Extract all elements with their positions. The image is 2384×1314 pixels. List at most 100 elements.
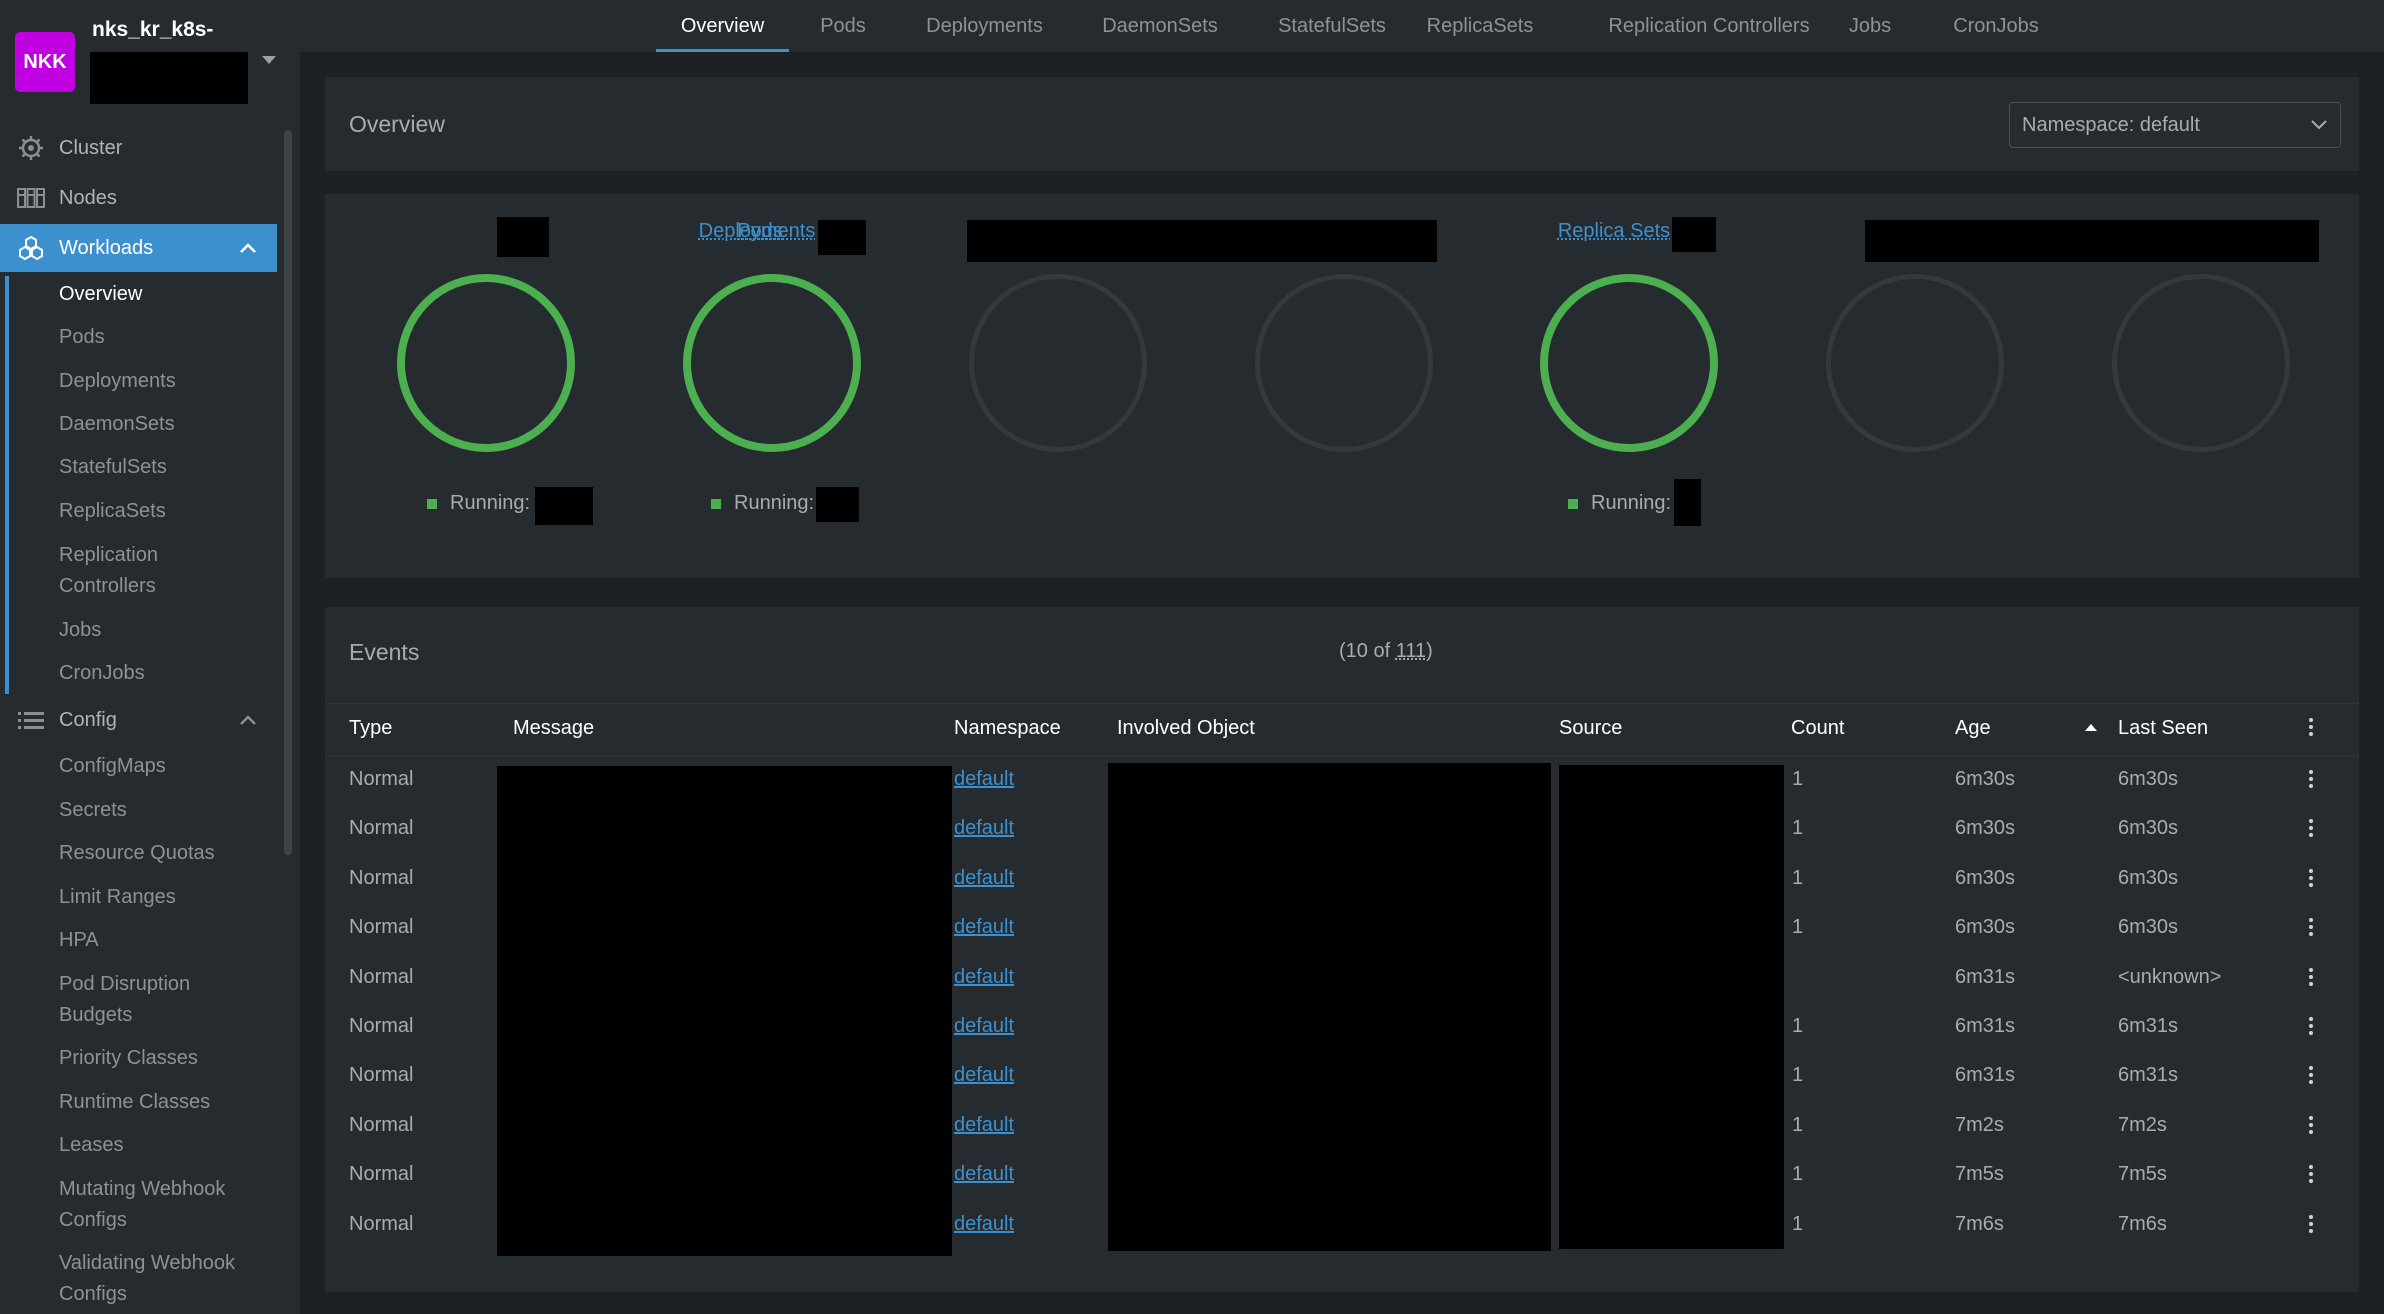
- sidebar-subitem-cronjobs[interactable]: CronJobs: [59, 658, 145, 689]
- column-header-count[interactable]: Count: [1791, 717, 1844, 740]
- chevron-up-icon[interactable]: [239, 237, 257, 260]
- sidebar-subitem-limit-ranges[interactable]: Limit Ranges: [59, 882, 176, 913]
- events-count-total[interactable]: 111: [1396, 640, 1426, 662]
- replicasets-link[interactable]: Replica Sets: [1558, 220, 1670, 242]
- sidebar-subitem-jobs[interactable]: Jobs: [59, 615, 101, 646]
- sidebar-item-cluster[interactable]: Cluster: [0, 124, 277, 172]
- running-status-dot: [1568, 498, 1578, 509]
- row-last-seen: 6m30s: [2118, 867, 2179, 889]
- sidebar-subitem-priority-classes[interactable]: Priority Classes: [59, 1043, 198, 1074]
- tab-replicasets[interactable]: ReplicaSets: [1390, 0, 1570, 52]
- sidebar-subitem-mutating-webhook-configs[interactable]: Mutating Webhook: [59, 1174, 225, 1205]
- cluster-header[interactable]: NKK nks_kr_k8s-: [0, 0, 300, 110]
- row-age: 6m30s: [1955, 817, 2016, 839]
- row-namespace-link[interactable]: default: [954, 1064, 1014, 1087]
- row-menu-icon[interactable]: [2309, 1066, 2313, 1087]
- row-age: 7m6s: [1955, 1213, 2004, 1235]
- events-count-suffix: ): [1426, 640, 1433, 662]
- row-type: Normal: [349, 1064, 414, 1086]
- column-header-type[interactable]: Type: [349, 717, 392, 740]
- tab-overview[interactable]: Overview: [656, 0, 789, 52]
- sidebar-subitem-deployments[interactable]: Deployments: [59, 366, 176, 397]
- row-menu-icon[interactable]: [2309, 1215, 2313, 1236]
- sidebar-subitem-pod-disruption-budgets-line2[interactable]: Budgets: [59, 1000, 132, 1031]
- replicasets-status-ring: [1540, 274, 1718, 452]
- row-age: 6m30s: [1955, 867, 2016, 889]
- sidebar-subitem-runtime-classes[interactable]: Runtime Classes: [59, 1087, 210, 1118]
- row-menu-icon[interactable]: [2309, 1017, 2313, 1038]
- row-namespace-link[interactable]: default: [954, 1015, 1014, 1038]
- column-header-namespace[interactable]: Namespace: [954, 717, 1061, 740]
- sidebar-subitem-replicasets[interactable]: ReplicaSets: [59, 496, 166, 527]
- row-menu-icon[interactable]: [2309, 869, 2313, 890]
- row-namespace-link[interactable]: default: [954, 867, 1014, 890]
- sidebar-item-workloads[interactable]: Workloads: [0, 224, 277, 272]
- events-pagination-count: (10 of 111): [1339, 640, 1433, 663]
- tab-pods[interactable]: Pods: [802, 0, 884, 52]
- row-namespace-link[interactable]: default: [954, 768, 1014, 791]
- row-menu-icon[interactable]: [2309, 1165, 2313, 1186]
- sidebar-subitem-replication-controllers[interactable]: Replication: [59, 540, 158, 571]
- column-header-involved-object[interactable]: Involved Object: [1117, 717, 1255, 740]
- column-header-message[interactable]: Message: [513, 717, 594, 740]
- sidebar-subitem-leases[interactable]: Leases: [59, 1130, 124, 1161]
- sidebar-subitem-replication-controllers-line2[interactable]: Controllers: [59, 571, 156, 602]
- sidebar-item-label: Config: [59, 708, 117, 731]
- deployments-link[interactable]: Deployments: [699, 220, 816, 242]
- sidebar-subitem-statefulsets[interactable]: StatefulSets: [59, 452, 167, 483]
- empty-status-ring: [1255, 274, 1433, 452]
- column-header-last-seen[interactable]: Last Seen: [2118, 717, 2208, 740]
- row-type: Normal: [349, 1163, 414, 1185]
- cluster-avatar[interactable]: NKK: [15, 32, 75, 92]
- row-namespace-link[interactable]: default: [954, 817, 1014, 840]
- sidebar-item-nodes[interactable]: Nodes: [0, 174, 277, 222]
- redacted-block: [818, 220, 866, 255]
- row-namespace-link[interactable]: default: [954, 1213, 1014, 1236]
- sidebar-subitem-configmaps[interactable]: ConfigMaps: [59, 751, 166, 782]
- sidebar-subitem-pod-disruption-budgets[interactable]: Pod Disruption: [59, 969, 190, 1000]
- chevron-up-icon[interactable]: [239, 709, 257, 732]
- tab-cronjobs[interactable]: CronJobs: [1906, 0, 2086, 52]
- tab-daemonsets[interactable]: DaemonSets: [1070, 0, 1250, 52]
- row-menu-icon[interactable]: [2309, 770, 2313, 791]
- sidebar-subitem-secrets[interactable]: Secrets: [59, 795, 127, 826]
- column-menu-icon[interactable]: [2309, 718, 2313, 739]
- cluster-menu-caret-icon[interactable]: [262, 56, 276, 64]
- row-menu-icon[interactable]: [2309, 1116, 2313, 1137]
- row-menu-icon[interactable]: [2309, 968, 2313, 989]
- row-namespace-link[interactable]: default: [954, 1163, 1014, 1186]
- row-count: 1: [1792, 817, 1804, 839]
- row-last-seen: 6m31s: [2118, 1064, 2179, 1086]
- column-header-age[interactable]: Age: [1955, 717, 1991, 740]
- row-menu-icon[interactable]: [2309, 918, 2313, 939]
- sidebar-subitem-validating-webhook-configs[interactable]: Validating Webhook: [59, 1248, 235, 1279]
- row-menu-icon[interactable]: [2309, 819, 2313, 840]
- redacted-block: [497, 766, 952, 1256]
- sidebar-subitem-mutating-webhook-configs-line2[interactable]: Configs: [59, 1205, 127, 1236]
- sidebar-subitem-resource-quotas[interactable]: Resource Quotas: [59, 838, 215, 869]
- sidebar-subitem-validating-webhook-configs-line2[interactable]: Configs: [59, 1279, 127, 1310]
- sidebar: NKK nks_kr_k8s- Cluster Nodes Workloads …: [0, 0, 300, 1314]
- sort-ascending-icon[interactable]: [2085, 724, 2097, 731]
- row-namespace-link[interactable]: default: [954, 916, 1014, 939]
- row-age: 6m31s: [1955, 966, 2016, 988]
- row-count: 1: [1792, 1064, 1804, 1086]
- row-age: 7m5s: [1955, 1163, 2004, 1185]
- row-type: Normal: [349, 1015, 414, 1037]
- redacted-block: [1865, 220, 2319, 262]
- row-namespace-link[interactable]: default: [954, 1114, 1014, 1137]
- namespace-select[interactable]: Namespace: default: [2009, 102, 2341, 148]
- helm-wheel-icon: [16, 133, 46, 163]
- row-namespace-link[interactable]: default: [954, 966, 1014, 989]
- sidebar-subitem-overview[interactable]: Overview: [59, 279, 142, 310]
- sidebar-subitem-pods[interactable]: Pods: [59, 322, 105, 353]
- redacted-block: [816, 487, 859, 522]
- sidebar-subitem-daemonsets[interactable]: DaemonSets: [59, 409, 175, 440]
- tab-deployments[interactable]: Deployments: [898, 0, 1071, 52]
- column-header-source[interactable]: Source: [1559, 717, 1622, 740]
- events-count-prefix: (10 of: [1339, 640, 1396, 662]
- sidebar-scrollbar[interactable]: [284, 130, 292, 855]
- sidebar-item-config[interactable]: Config: [0, 696, 277, 744]
- row-type: Normal: [349, 1114, 414, 1136]
- sidebar-subitem-hpa[interactable]: HPA: [59, 925, 99, 956]
